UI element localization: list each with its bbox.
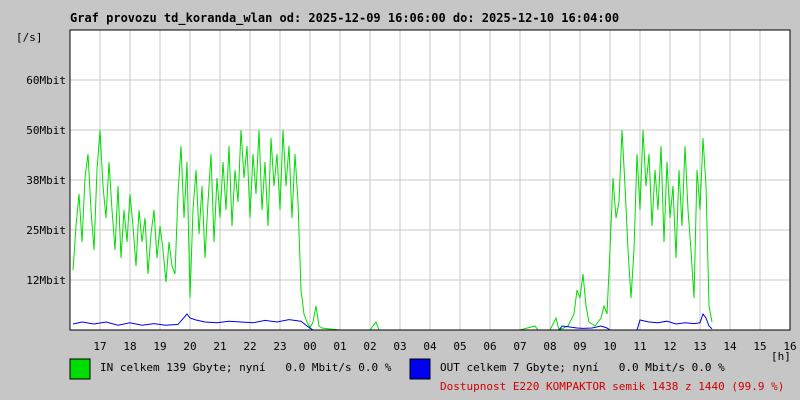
y-axis-unit: [/s] — [16, 31, 43, 44]
traffic-chart: Graf provozu td_koranda_wlan od: 2025-12… — [16, 11, 797, 393]
availability-text: Dostupnost E220 KOMPAKTOR semik 1438 z 1… — [440, 380, 784, 393]
legend-in-label: IN celkem 139 Gbyte; nyní 0.0 Mbit/s 0.0… — [100, 361, 392, 374]
x-tick-label: 23 — [273, 340, 286, 353]
legend-out-swatch — [409, 358, 431, 380]
y-tick-label: 50Mbit — [26, 124, 66, 137]
x-tick-labels: 17 18 19 20 21 22 23 00 01 02 03 04 05 06 07 08 09 10 11 12… — [93, 340, 796, 353]
x-tick-label: 06 — [483, 340, 496, 353]
x-tick-label: 05 — [453, 340, 466, 353]
x-tick-label: 03 — [393, 340, 406, 353]
x-tick-label: 22 — [243, 340, 256, 353]
legend-out-label: OUT celkem 7 Gbyte; nyní 0.0 Mbit/s 0.0 … — [440, 361, 725, 374]
x-tick-label: 12 — [663, 340, 676, 353]
x-tick-label: 13 — [693, 340, 706, 353]
x-tick-label: 10 — [603, 340, 616, 353]
x-tick-label: 17 — [93, 340, 106, 353]
x-tick-label: 07 — [513, 340, 526, 353]
x-axis-unit: [h] — [771, 350, 791, 363]
x-tick-label: 08 — [543, 340, 556, 353]
x-tick-label: 01 — [333, 340, 346, 353]
chart-title: Graf provozu td_koranda_wlan od: 2025-12… — [70, 11, 619, 26]
x-tick-label: 21 — [213, 340, 226, 353]
y-tick-label: 60Mbit — [26, 74, 66, 87]
legend-in-swatch — [69, 358, 91, 380]
y-tick-label: 12Mbit — [26, 274, 66, 287]
x-tick-label: 09 — [573, 340, 586, 353]
y-tick-labels: 12Mbit 25Mbit 38Mbit 50Mbit 60Mbit — [26, 74, 66, 287]
x-tick-label: 18 — [123, 340, 136, 353]
x-tick-label: 19 — [153, 340, 166, 353]
y-tick-label: 25Mbit — [26, 224, 66, 237]
x-tick-label: 02 — [363, 340, 376, 353]
x-tick-label: 20 — [183, 340, 196, 353]
x-tick-label: 04 — [423, 340, 437, 353]
x-tick-label: 00 — [303, 340, 316, 353]
y-tick-label: 38Mbit — [26, 174, 66, 187]
x-tick-label: 11 — [633, 340, 646, 353]
x-tick-label: 14 — [723, 340, 737, 353]
x-tick-label: 15 — [753, 340, 766, 353]
